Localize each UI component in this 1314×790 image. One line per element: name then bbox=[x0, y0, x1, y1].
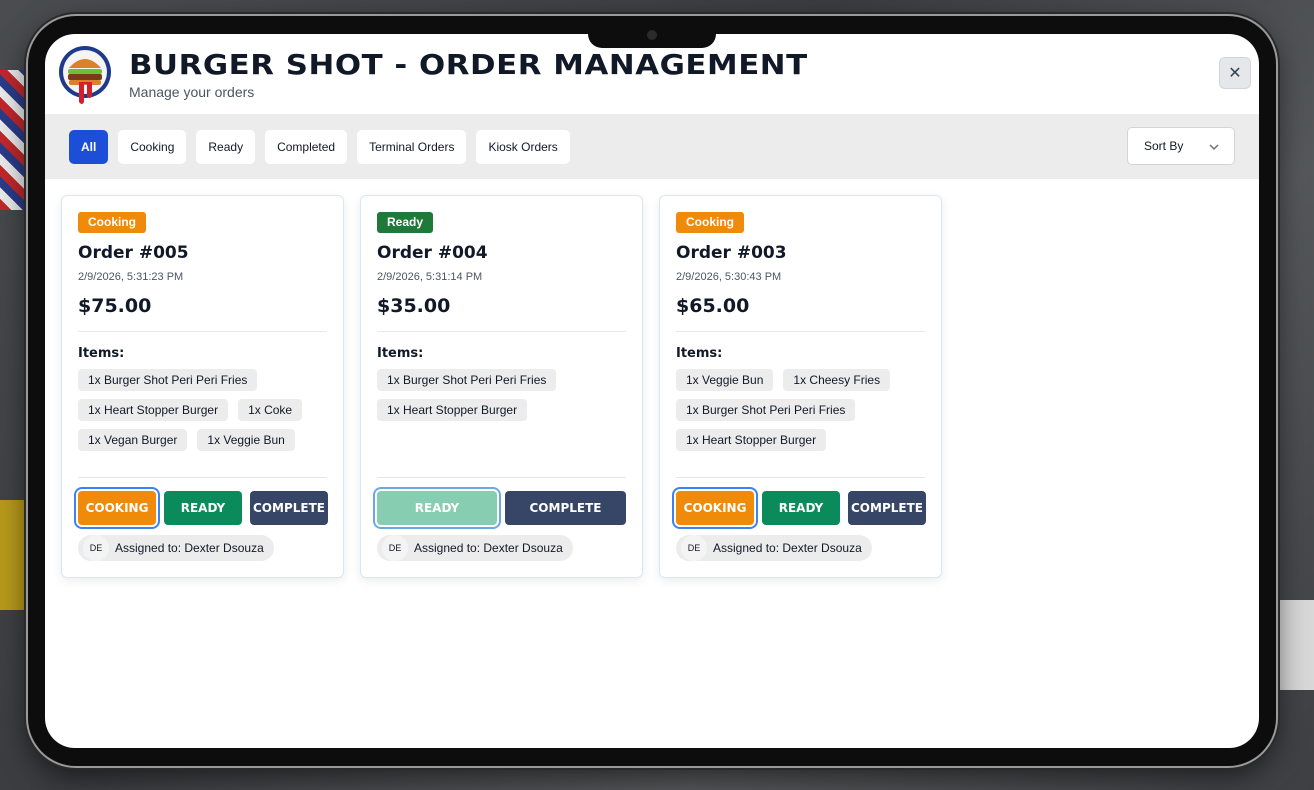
item-chip: 1x Heart Stopper Burger bbox=[377, 399, 528, 421]
items-label: Items: bbox=[78, 346, 125, 361]
item-list: 1x Burger Shot Peri Peri Fries 1x Heart … bbox=[78, 369, 328, 459]
complete-button[interactable]: COMPLETE bbox=[848, 491, 926, 525]
assignee-label: Assigned to: Dexter Dsouza bbox=[713, 541, 862, 555]
status-badge: Cooking bbox=[78, 212, 146, 233]
divider bbox=[78, 331, 327, 332]
items-label: Items: bbox=[377, 346, 424, 361]
assignee-badge: DE Assigned to: Dexter Dsouza bbox=[78, 535, 274, 561]
background-sign bbox=[0, 500, 30, 610]
order-card: Ready Order #004 2/9/2026, 5:31:14 PM $3… bbox=[360, 195, 643, 578]
page-subtitle: Manage your orders bbox=[129, 84, 255, 100]
filter-kiosk-orders-button[interactable]: Kiosk Orders bbox=[476, 129, 570, 164]
camera-icon bbox=[647, 30, 657, 40]
order-management-window: BURGER SHOT - ORDER MANAGEMENT Manage yo… bbox=[45, 34, 1259, 748]
ready-button[interactable]: READY bbox=[377, 491, 497, 525]
status-badge: Cooking bbox=[676, 212, 744, 233]
divider bbox=[377, 331, 626, 332]
order-total: $35.00 bbox=[377, 295, 451, 317]
close-button[interactable]: ✕ bbox=[1219, 57, 1251, 89]
order-title: Order #003 bbox=[676, 243, 787, 263]
divider bbox=[78, 477, 327, 478]
filter-completed-button[interactable]: Completed bbox=[265, 129, 348, 164]
item-chip: 1x Cheesy Fries bbox=[783, 369, 891, 391]
order-timestamp: 2/9/2026, 5:31:14 PM bbox=[377, 271, 483, 283]
item-chip: 1x Heart Stopper Burger bbox=[676, 429, 827, 451]
status-badge: Ready bbox=[377, 212, 434, 233]
item-chip: 1x Heart Stopper Burger bbox=[78, 399, 229, 421]
complete-button[interactable]: COMPLETE bbox=[505, 491, 626, 525]
items-label: Items: bbox=[676, 346, 723, 361]
avatar: DE bbox=[681, 535, 707, 561]
item-chip: 1x Vegan Burger bbox=[78, 429, 188, 451]
assignee-badge: DE Assigned to: Dexter Dsouza bbox=[377, 535, 573, 561]
item-chip: 1x Burger Shot Peri Peri Fries bbox=[78, 369, 258, 391]
filter-cooking-button[interactable]: Cooking bbox=[118, 129, 187, 164]
filter-terminal-orders-button[interactable]: Terminal Orders bbox=[357, 129, 467, 164]
burger-shot-logo-icon bbox=[59, 46, 111, 104]
divider bbox=[377, 477, 626, 478]
divider bbox=[676, 331, 925, 332]
sort-by-label: Sort By bbox=[1144, 139, 1184, 153]
assignee-label: Assigned to: Dexter Dsouza bbox=[115, 541, 264, 555]
assignee-label: Assigned to: Dexter Dsouza bbox=[414, 541, 563, 555]
avatar: DE bbox=[83, 535, 109, 561]
order-card: Cooking Order #005 2/9/2026, 5:31:23 PM … bbox=[61, 195, 344, 578]
divider bbox=[676, 477, 925, 478]
order-actions: COOKING READY COMPLETE bbox=[676, 491, 934, 525]
order-timestamp: 2/9/2026, 5:30:43 PM bbox=[676, 271, 782, 283]
background-flag bbox=[0, 70, 30, 210]
avatar: DE bbox=[382, 535, 408, 561]
complete-button[interactable]: COMPLETE bbox=[250, 491, 328, 525]
filter-bar: All Cooking Ready Completed Terminal Ord… bbox=[45, 114, 1259, 179]
page-title: BURGER SHOT - ORDER MANAGEMENT bbox=[129, 48, 808, 81]
close-icon: ✕ bbox=[1228, 65, 1242, 82]
order-title: Order #005 bbox=[78, 243, 189, 263]
item-chip: 1x Burger Shot Peri Peri Fries bbox=[676, 399, 856, 421]
chevron-down-icon bbox=[1209, 144, 1219, 151]
order-list: Cooking Order #005 2/9/2026, 5:31:23 PM … bbox=[61, 195, 958, 578]
item-chip: 1x Burger Shot Peri Peri Fries bbox=[377, 369, 557, 391]
ready-button[interactable]: READY bbox=[762, 491, 840, 525]
item-chip: 1x Veggie Bun bbox=[676, 369, 774, 391]
cooking-button[interactable]: COOKING bbox=[676, 491, 754, 525]
item-list: 1x Veggie Bun 1x Cheesy Fries 1x Burger … bbox=[676, 369, 926, 459]
item-chip: 1x Coke bbox=[238, 399, 303, 421]
order-total: $75.00 bbox=[78, 295, 152, 317]
tablet-frame: BURGER SHOT - ORDER MANAGEMENT Manage yo… bbox=[28, 16, 1276, 766]
assignee-badge: DE Assigned to: Dexter Dsouza bbox=[676, 535, 872, 561]
background-poster bbox=[1274, 600, 1314, 690]
item-list: 1x Burger Shot Peri Peri Fries 1x Heart … bbox=[377, 369, 627, 429]
item-chip: 1x Veggie Bun bbox=[197, 429, 295, 451]
order-title: Order #004 bbox=[377, 243, 488, 263]
order-card: Cooking Order #003 2/9/2026, 5:30:43 PM … bbox=[659, 195, 942, 578]
ready-button[interactable]: READY bbox=[164, 491, 242, 525]
order-timestamp: 2/9/2026, 5:31:23 PM bbox=[78, 271, 184, 283]
cooking-button[interactable]: COOKING bbox=[78, 491, 156, 525]
order-actions: READY COMPLETE bbox=[377, 491, 634, 525]
order-actions: COOKING READY COMPLETE bbox=[78, 491, 336, 525]
order-total: $65.00 bbox=[676, 295, 750, 317]
filter-all-button[interactable]: All bbox=[69, 129, 109, 164]
tablet-notch bbox=[588, 16, 716, 48]
filter-ready-button[interactable]: Ready bbox=[196, 129, 256, 164]
sort-by-select[interactable]: Sort By bbox=[1127, 127, 1235, 165]
